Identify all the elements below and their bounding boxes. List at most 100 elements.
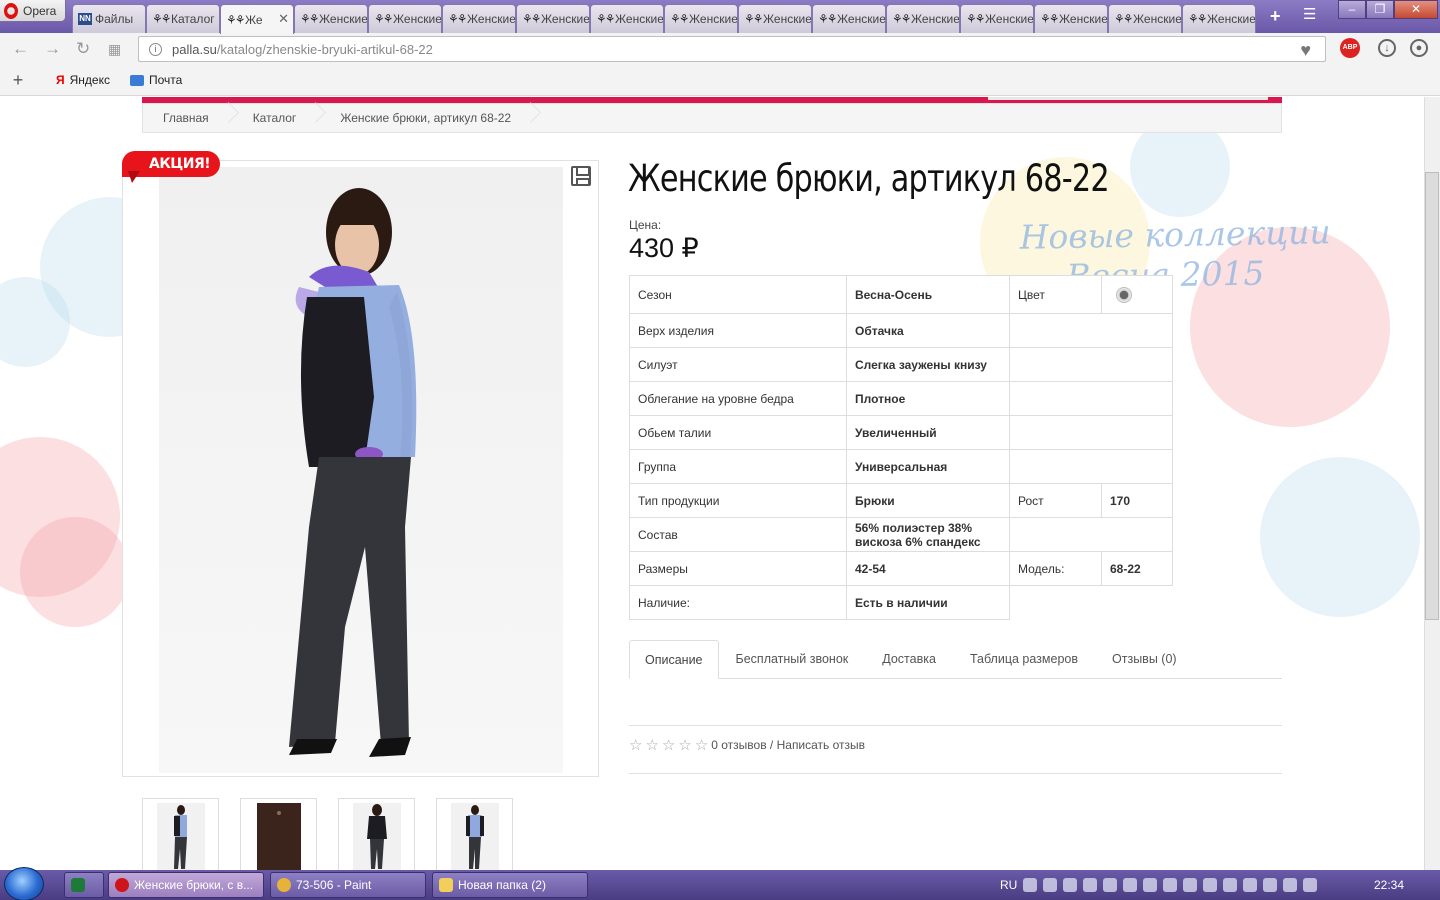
- browser-tab[interactable]: ⚘⚘ Женские: [294, 4, 368, 33]
- spec-row: Наличие: Есть в наличии: [629, 585, 1173, 620]
- tray-icon[interactable]: [1243, 878, 1258, 892]
- taskbar-paint[interactable]: 73-506 - Paint: [270, 872, 426, 898]
- star-icon[interactable]: ☆: [695, 736, 708, 754]
- adblock-icon[interactable]: ABP: [1340, 38, 1360, 58]
- tray-icon[interactable]: [1263, 878, 1278, 892]
- product-photo[interactable]: [159, 167, 563, 773]
- thumbnail-4[interactable]: [436, 798, 513, 870]
- taskbar-excel[interactable]: [64, 872, 104, 898]
- star-icon[interactable]: ☆: [645, 736, 658, 754]
- url-text: palla.su/katalog/zhenskie-bryuki-artikul…: [172, 42, 433, 57]
- reviews-link[interactable]: 0 отзывов / Написать отзыв: [711, 738, 865, 752]
- spec-row: Верх изделия Обтачка: [629, 313, 1173, 348]
- spec-label: Сезон: [629, 275, 847, 314]
- browser-tab[interactable]: ⚘⚘ Женские: [738, 4, 812, 33]
- dress-favicon-icon: ⚘⚘: [1188, 12, 1208, 26]
- browser-tab[interactable]: NN Файлы: [72, 4, 146, 33]
- sale-badge: АКЦИЯ!: [122, 151, 220, 183]
- decor-flower: [20, 517, 130, 627]
- speed-dial-grid-icon[interactable]: ▦: [108, 41, 121, 58]
- spec-value: 56% полиэстер 38% вискоза 6% спандекс: [846, 517, 1010, 552]
- dress-favicon-icon: ⚘⚘: [152, 12, 172, 26]
- spec-label: Группа: [629, 449, 847, 484]
- browser-tab[interactable]: ⚘⚘ Женские: [368, 4, 442, 33]
- thumbnail-3[interactable]: [338, 798, 415, 870]
- tray-icon[interactable]: [1143, 878, 1158, 892]
- bookmark-yandex[interactable]: Я Яндекс: [56, 73, 110, 87]
- tab-menu-icon[interactable]: ☰: [1303, 5, 1316, 23]
- spec-label: Размеры: [629, 551, 847, 586]
- tray-icon[interactable]: [1203, 878, 1218, 892]
- product-tab[interactable]: Бесплатный звонок: [719, 640, 866, 679]
- browser-tab[interactable]: ⚘⚘ Же ✕: [220, 4, 294, 34]
- tray-icon[interactable]: [1123, 878, 1138, 892]
- opera-menu-button[interactable]: Opera: [0, 0, 66, 22]
- browser-tab[interactable]: ⚘⚘ Женские: [516, 4, 590, 33]
- back-arrow-icon[interactable]: ←: [12, 39, 29, 59]
- product-tab[interactable]: Таблица размеров: [953, 640, 1095, 679]
- tray-icon[interactable]: [1163, 878, 1178, 892]
- spec-value: Брюки: [846, 483, 1010, 518]
- product-tab[interactable]: Доставка: [865, 640, 953, 679]
- bookmark-mail[interactable]: Почта: [129, 73, 182, 87]
- browser-tab[interactable]: ⚘⚘ Женские: [1182, 4, 1256, 33]
- yandex-icon: Я: [56, 73, 65, 87]
- tray-icon[interactable]: [1283, 878, 1298, 892]
- tray-icon[interactable]: [1063, 878, 1078, 892]
- thumbnail-1[interactable]: [142, 798, 219, 870]
- reload-icon[interactable]: ↻: [76, 39, 90, 59]
- spec-value: Слегка заужены книзу: [846, 347, 1010, 382]
- url-host: palla.su: [172, 41, 217, 57]
- add-bookmark-button[interactable]: +: [0, 70, 36, 91]
- star-icon[interactable]: ☆: [662, 736, 675, 754]
- bookmarks-bar: + Я Яндекс Почта: [0, 65, 1440, 96]
- product-tab[interactable]: Описание: [629, 640, 719, 679]
- close-window-button[interactable]: ✕: [1394, 0, 1438, 19]
- opera-menu-label: Opera: [23, 3, 57, 18]
- maximize-button[interactable]: ❐: [1366, 0, 1394, 19]
- tray-icon[interactable]: [1043, 878, 1058, 892]
- tray-icon[interactable]: [1023, 878, 1038, 892]
- product-tab[interactable]: Отзывы (0): [1095, 640, 1194, 679]
- browser-tab[interactable]: ⚘⚘ Женские: [590, 4, 664, 33]
- browser-tab[interactable]: ⚘⚘ Женские: [960, 4, 1034, 33]
- taskbar-folder[interactable]: Новая папка (2): [432, 872, 588, 898]
- tray-icon[interactable]: [1183, 878, 1198, 892]
- taskbar-opera[interactable]: Женские брюки, с в...: [108, 872, 264, 898]
- url-field[interactable]: i palla.su/katalog/zhenskie-bryuki-artik…: [138, 36, 1326, 62]
- tray-icon[interactable]: [1223, 878, 1238, 892]
- new-tab-button[interactable]: +: [1270, 6, 1281, 27]
- product-title: Женские брюки, артикул 68-22: [628, 157, 1110, 200]
- language-indicator[interactable]: RU: [1000, 878, 1017, 892]
- minimize-button[interactable]: –: [1338, 0, 1366, 19]
- color-swatch-icon[interactable]: [1116, 286, 1132, 303]
- tray-icon[interactable]: [1303, 878, 1318, 892]
- browser-tab[interactable]: ⚘⚘ Женские: [442, 4, 516, 33]
- forward-arrow-icon[interactable]: →: [44, 39, 61, 59]
- thumb-image: [451, 803, 499, 870]
- breadcrumb-home[interactable]: Главная: [163, 111, 209, 125]
- site-info-icon[interactable]: i: [149, 42, 162, 56]
- save-image-icon[interactable]: [571, 166, 591, 186]
- download-icon[interactable]: ↓: [1378, 39, 1396, 57]
- tray-icon[interactable]: [1103, 878, 1118, 892]
- scrollbar-thumb[interactable]: [1425, 172, 1439, 620]
- start-button[interactable]: [4, 867, 44, 900]
- spec-label: Модель:: [1009, 551, 1102, 586]
- heart-bookmark-icon[interactable]: ♥: [1300, 40, 1311, 61]
- browser-tab[interactable]: ⚘⚘ Женские: [886, 4, 960, 33]
- dress-favicon-icon: ⚘⚘: [596, 12, 616, 26]
- browser-tab[interactable]: ⚘⚘ Женские: [812, 4, 886, 33]
- tray-icon[interactable]: [1083, 878, 1098, 892]
- model-illustration: [289, 188, 417, 757]
- thumbnail-2[interactable]: [240, 798, 317, 870]
- close-tab-icon[interactable]: ✕: [278, 11, 289, 27]
- browser-tab[interactable]: ⚘⚘ Каталог: [146, 4, 220, 33]
- browser-tab[interactable]: ⚘⚘ Женские: [1034, 4, 1108, 33]
- browser-tab[interactable]: ⚘⚘ Женские: [1108, 4, 1182, 33]
- star-icon[interactable]: ☆: [678, 736, 691, 754]
- star-icon[interactable]: ☆: [629, 736, 642, 754]
- account-icon[interactable]: ●: [1410, 39, 1428, 57]
- breadcrumb-catalog[interactable]: Каталог: [253, 111, 297, 125]
- browser-tab[interactable]: ⚘⚘ Женские: [664, 4, 738, 33]
